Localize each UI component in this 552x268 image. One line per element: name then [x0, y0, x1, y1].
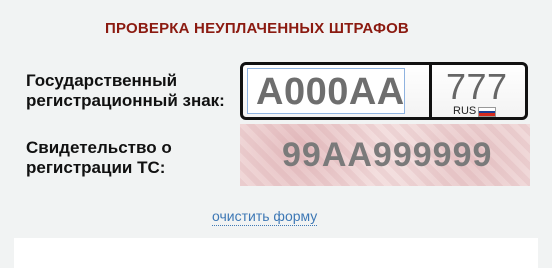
fines-form: ПРОВЕРКА НЕУПЛАЧЕННЫХ ШТРАФОВ Государств… [14, 0, 538, 200]
page-title: ПРОВЕРКА НЕУПЛАЧЕННЫХ ШТРАФОВ [105, 20, 409, 37]
plate-divider [429, 65, 432, 117]
russian-flag-icon [478, 107, 496, 117]
plate-field: А000АА 777 RUS [240, 62, 528, 120]
clear-form-link[interactable]: очистить форму [212, 208, 318, 226]
results-panel [14, 238, 538, 268]
sts-label: Свидетельство о регистрации ТС: [26, 138, 172, 177]
plate-label: Государственный регистрационный знак: [26, 71, 225, 110]
plate-number-input[interactable]: А000АА [247, 68, 405, 114]
sts-field[interactable]: 99АА999999 [240, 124, 530, 186]
sts-input-placeholder: 99АА999999 [282, 136, 493, 174]
plate-region-input[interactable]: 777 [446, 67, 508, 107]
plate-country-code: RUS [453, 105, 477, 117]
